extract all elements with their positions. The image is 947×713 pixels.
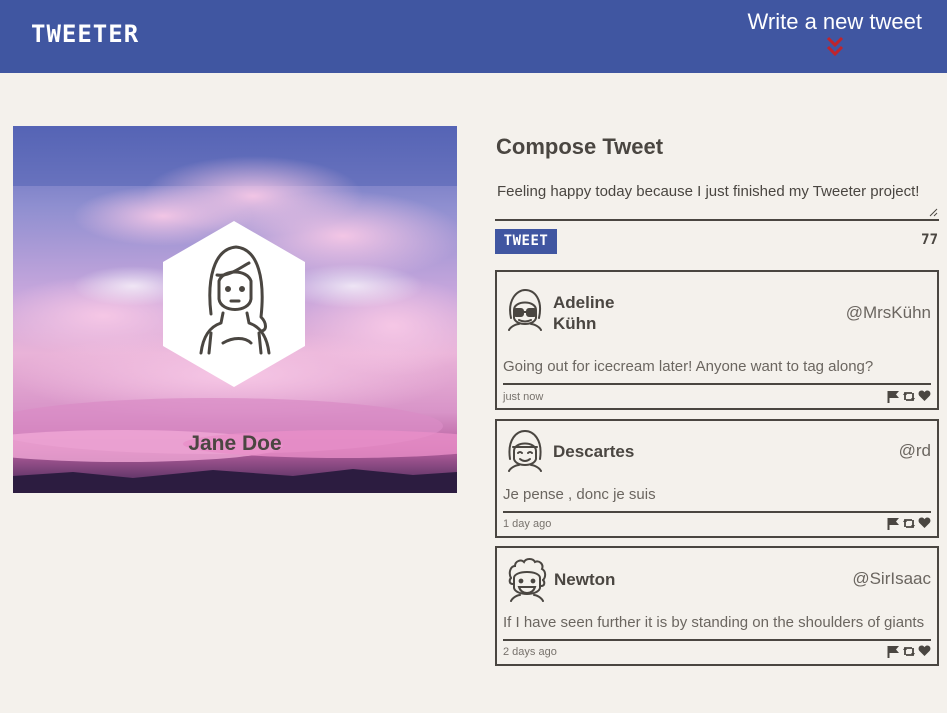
tweet-author-name: Descartes xyxy=(553,442,635,461)
character-counter: 77 xyxy=(921,232,938,248)
tweet-author-handle: @SirIsaac xyxy=(852,569,931,588)
profile-avatar-hexagon xyxy=(163,221,305,387)
tweet-divider xyxy=(503,639,931,641)
heart-icon[interactable] xyxy=(918,645,931,657)
tweet-author-name: Adeline Kühn xyxy=(553,293,615,333)
heart-icon[interactable] xyxy=(918,517,931,529)
write-new-tweet-button[interactable]: Write a new tweet xyxy=(748,9,922,58)
flag-icon[interactable] xyxy=(887,390,900,403)
tweet-actions xyxy=(887,644,931,658)
compose-title: Compose Tweet xyxy=(496,134,664,159)
compose-tweet-input[interactable]: Feeling happy today because I just finis… xyxy=(495,178,939,221)
profile-card: Jane Doe xyxy=(13,126,457,493)
tweet-content: Je pense , donc je suis xyxy=(503,486,656,503)
tweet-card: Descartes @rd Je pense , donc je suis 1 … xyxy=(495,419,939,538)
flag-icon[interactable] xyxy=(887,645,900,658)
curly-hair-avatar-icon xyxy=(508,558,547,602)
glasses-avatar-icon xyxy=(508,288,542,331)
tweet-submit-button[interactable]: TWEET xyxy=(495,229,557,254)
write-new-tweet-label: Write a new tweet xyxy=(747,9,922,34)
double-chevron-down-icon xyxy=(826,36,843,57)
tweet-actions xyxy=(887,389,931,403)
tweet-card: Newton @SirIsaac If I have seen further … xyxy=(495,546,939,666)
brand-logo[interactable]: TWEETER xyxy=(31,20,139,48)
heart-icon[interactable] xyxy=(918,390,931,402)
bob-hair-avatar-icon xyxy=(508,429,542,472)
tweet-author-name: Newton xyxy=(554,570,616,589)
tweet-content: Going out for icecream later! Anyone wan… xyxy=(503,358,874,375)
resize-grip-icon[interactable] xyxy=(929,208,938,217)
profile-name: Jane Doe xyxy=(188,432,282,455)
nav-bar: TWEETER Write a new tweet xyxy=(0,0,947,73)
flag-icon[interactable] xyxy=(887,517,900,530)
tweet-card: Adeline Kühn @MrsKühn Going out for icec… xyxy=(495,270,939,410)
tweet-divider xyxy=(503,383,931,385)
tweet-content: If I have seen further it is by standing… xyxy=(503,614,925,631)
tweet-timestamp: just now xyxy=(503,391,544,403)
retweet-icon[interactable] xyxy=(902,390,916,403)
tweet-timestamp: 1 day ago xyxy=(503,518,552,530)
retweet-icon[interactable] xyxy=(902,517,916,530)
tweet-author-handle: @rd xyxy=(898,441,931,460)
tweet-divider xyxy=(503,511,931,513)
tweet-author-handle: @MrsKühn xyxy=(845,303,931,322)
tweet-actions xyxy=(887,516,931,530)
retweet-icon[interactable] xyxy=(902,645,916,658)
tweet-timestamp: 2 days ago xyxy=(503,646,557,658)
